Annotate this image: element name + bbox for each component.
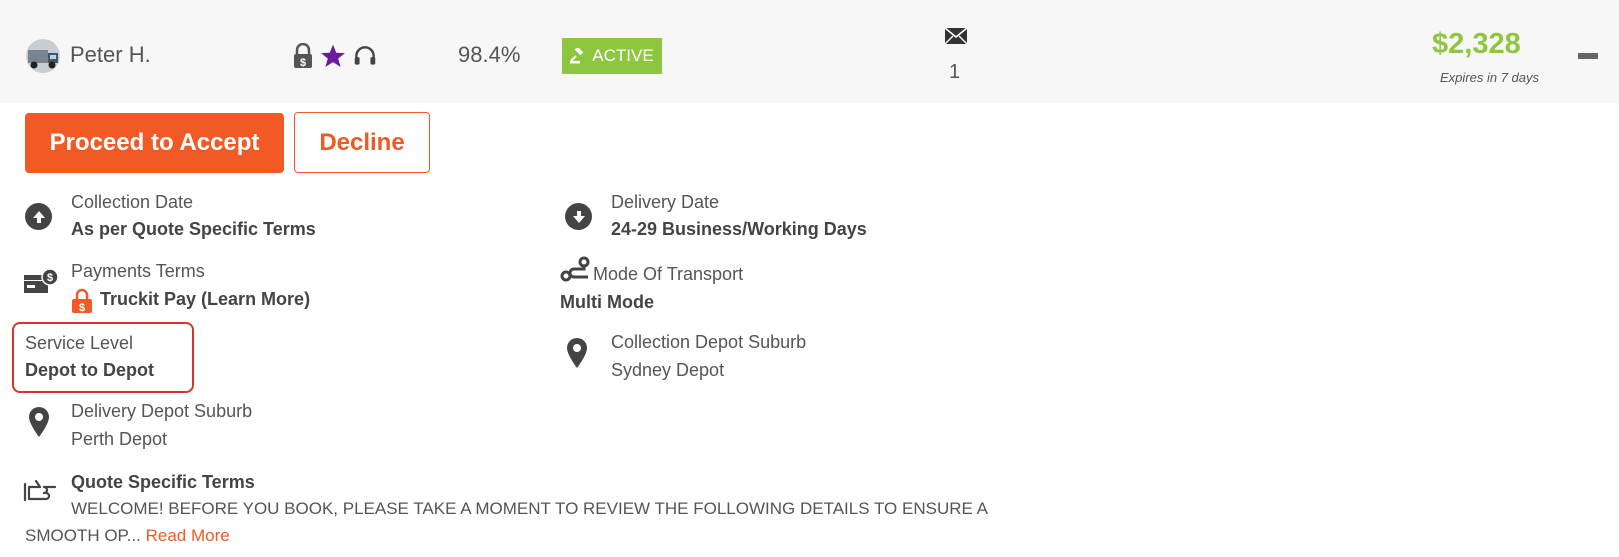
service-level-value: Depot to Depot <box>25 360 154 380</box>
truckit-pay-link[interactable]: Truckit Pay (Learn More) <box>100 289 310 310</box>
quote-terms-line1: WELCOME! BEFORE YOU BOOK, PLEASE TAKE A … <box>71 499 988 518</box>
collapse-icon[interactable] <box>1578 53 1598 59</box>
route-icon <box>560 256 590 282</box>
proceed-to-accept-button[interactable]: Proceed to Accept <box>25 113 284 173</box>
map-pin-icon <box>567 338 587 368</box>
status-badge: ACTIVE <box>562 38 662 74</box>
carrier-rating: 98.4% <box>458 42 521 67</box>
quote-terms-heading: Quote Specific Terms <box>71 472 255 492</box>
collection-depot-value: Sydney Depot <box>611 360 725 380</box>
delivery-depot-label: Delivery Depot Suburb <box>71 401 253 421</box>
payment-cash-icon: $ <box>24 268 59 293</box>
message-count: 1 <box>949 61 961 83</box>
star-icon <box>321 44 345 67</box>
svg-text:$: $ <box>300 57 306 69</box>
payment-terms-label: Payments Terms <box>71 261 205 281</box>
truck-avatar[interactable] <box>23 38 63 74</box>
delivery-date-label: Delivery Date <box>611 192 720 212</box>
svg-text:$: $ <box>47 272 53 284</box>
collection-date-label: Collection Date <box>71 192 194 212</box>
quote-terms-line2: SMOOTH OP... Read More <box>25 526 230 546</box>
service-level-label: Service Level <box>25 333 134 353</box>
mode-of-transport-label: Mode Of Transport <box>593 264 744 284</box>
collection-depot-label: Collection Depot Suburb <box>611 332 807 352</box>
gavel-icon <box>570 48 584 64</box>
quote-price: $2,328 <box>1432 28 1521 60</box>
quote-terms-snippet: SMOOTH OP... <box>25 526 141 545</box>
carrier-icons: $ <box>292 43 378 69</box>
svg-text:$: $ <box>79 302 85 314</box>
truckit-pay-lock-icon: $ <box>72 288 92 314</box>
delivery-date-value: 24-29 Business/Working Days <box>611 219 867 239</box>
collection-arrow-up-icon <box>25 203 52 230</box>
collection-date-value: As per Quote Specific Terms <box>71 219 316 239</box>
quote-expiry: Expires in 7 days <box>1440 70 1539 85</box>
delivery-depot-value: Perth Depot <box>71 429 168 449</box>
status-label: ACTIVE <box>592 46 654 65</box>
envelope-icon[interactable] <box>944 26 968 46</box>
decline-button[interactable]: Decline <box>294 112 430 173</box>
secure-pay-lock-icon: $ <box>294 43 312 69</box>
delivery-arrow-down-icon <box>565 203 592 230</box>
read-more-link[interactable]: Read More <box>146 526 230 545</box>
quote-header-bar <box>0 0 1619 103</box>
carrier-name[interactable]: Peter H. <box>70 42 151 68</box>
headset-icon <box>354 46 376 65</box>
mode-of-transport-value: Multi Mode <box>560 292 654 312</box>
pointing-hand-icon <box>23 479 57 502</box>
map-pin-icon <box>29 407 49 437</box>
